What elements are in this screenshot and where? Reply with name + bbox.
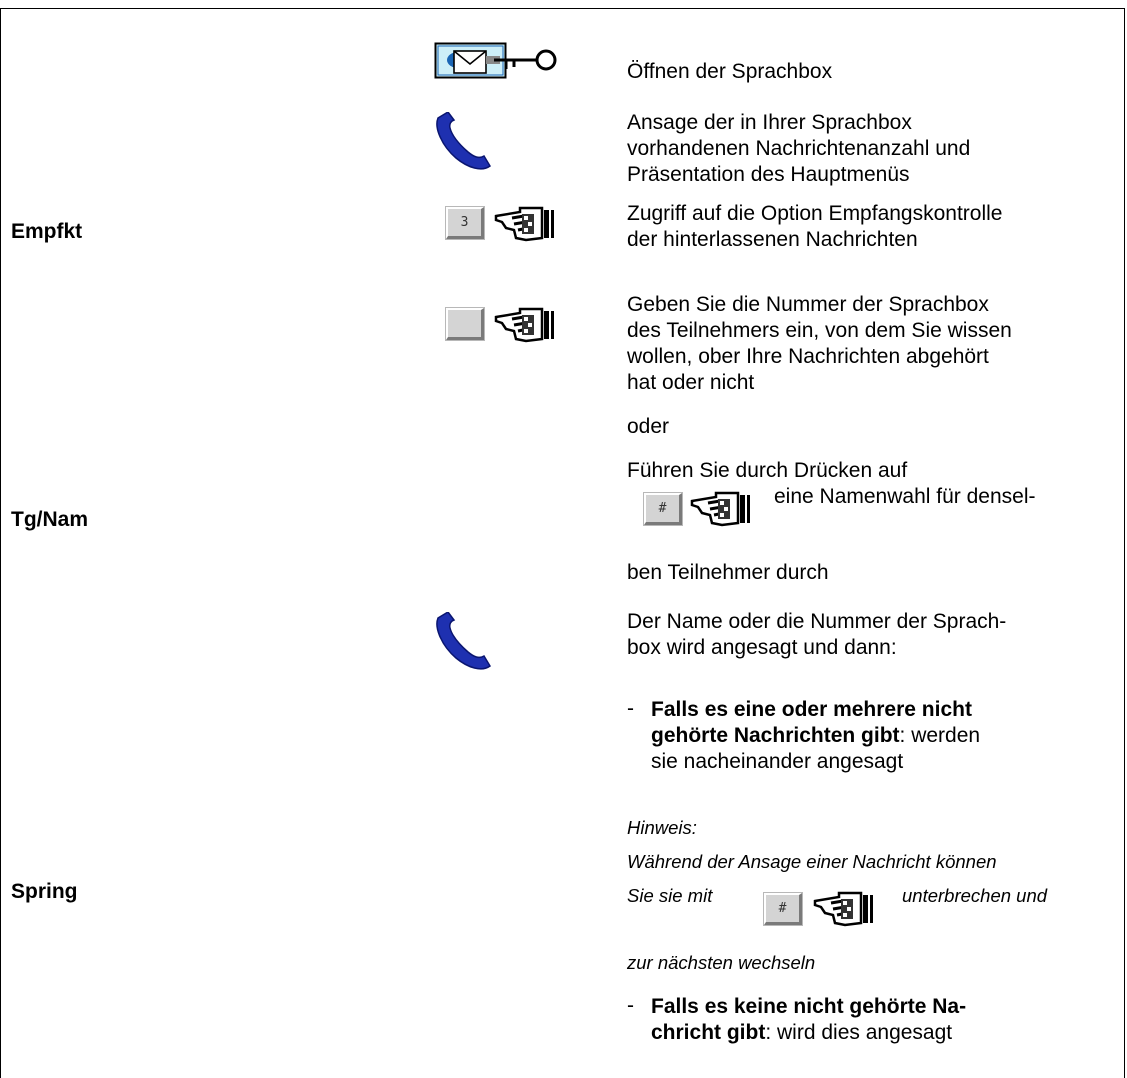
- handset-icon: [436, 612, 491, 670]
- step-namewahl-text: eine Namenwahl für densel-: [774, 485, 1036, 508]
- step-name-announce-text: Der Name oder die Nummer der Sprach- box…: [627, 610, 1007, 659]
- label-spring: Spring: [11, 880, 78, 903]
- keypad-hand-icon: [494, 206, 554, 242]
- step-press-text: Führen Sie durch Drücken auf: [627, 459, 908, 482]
- bullet-dash: -: [627, 697, 634, 720]
- step-announce-text: Ansage der in Ihrer Sprachbox vorhandene…: [627, 111, 971, 186]
- keypad-hand-icon: [813, 891, 873, 927]
- case2-text: Falls es keine nicht gehörte Na- chricht…: [651, 995, 967, 1044]
- note-line1: Während der Ansage einer Nachricht könne…: [627, 851, 997, 872]
- bullet-dash: -: [627, 994, 634, 1017]
- key-3[interactable]: 3: [446, 207, 484, 239]
- label-tgnam: Tg/Nam: [11, 508, 89, 531]
- keypad-hand-icon: [494, 307, 554, 343]
- step-same-text: ben Teilnehmer durch: [627, 561, 829, 584]
- step-open-text: Öffnen der Sprachbox: [627, 60, 833, 83]
- note-line3: zur nächsten wechseln: [627, 952, 816, 973]
- label-empfkt: Empfkt: [11, 220, 83, 243]
- keypad-hand-icon: [690, 491, 750, 527]
- mailbox-key-icon: [434, 42, 557, 79]
- key-hash[interactable]: #: [764, 893, 802, 925]
- case1-text: Falls es eine oder mehrere nicht gehörte…: [651, 698, 981, 773]
- note-line2a: Sie sie mit: [627, 885, 713, 906]
- key-blank[interactable]: [446, 308, 484, 340]
- key-hash[interactable]: #: [644, 493, 682, 525]
- handset-icon: [436, 112, 491, 170]
- step-enter-text: Geben Sie die Nummer der Sprachbox des T…: [627, 293, 1012, 394]
- step-or-text: oder: [627, 415, 670, 438]
- note-line2b: unterbrechen und: [902, 885, 1048, 906]
- note-title: Hinweis:: [627, 817, 697, 838]
- step-access-text: Zugriff auf die Option Empfangskontrolle…: [627, 202, 1003, 251]
